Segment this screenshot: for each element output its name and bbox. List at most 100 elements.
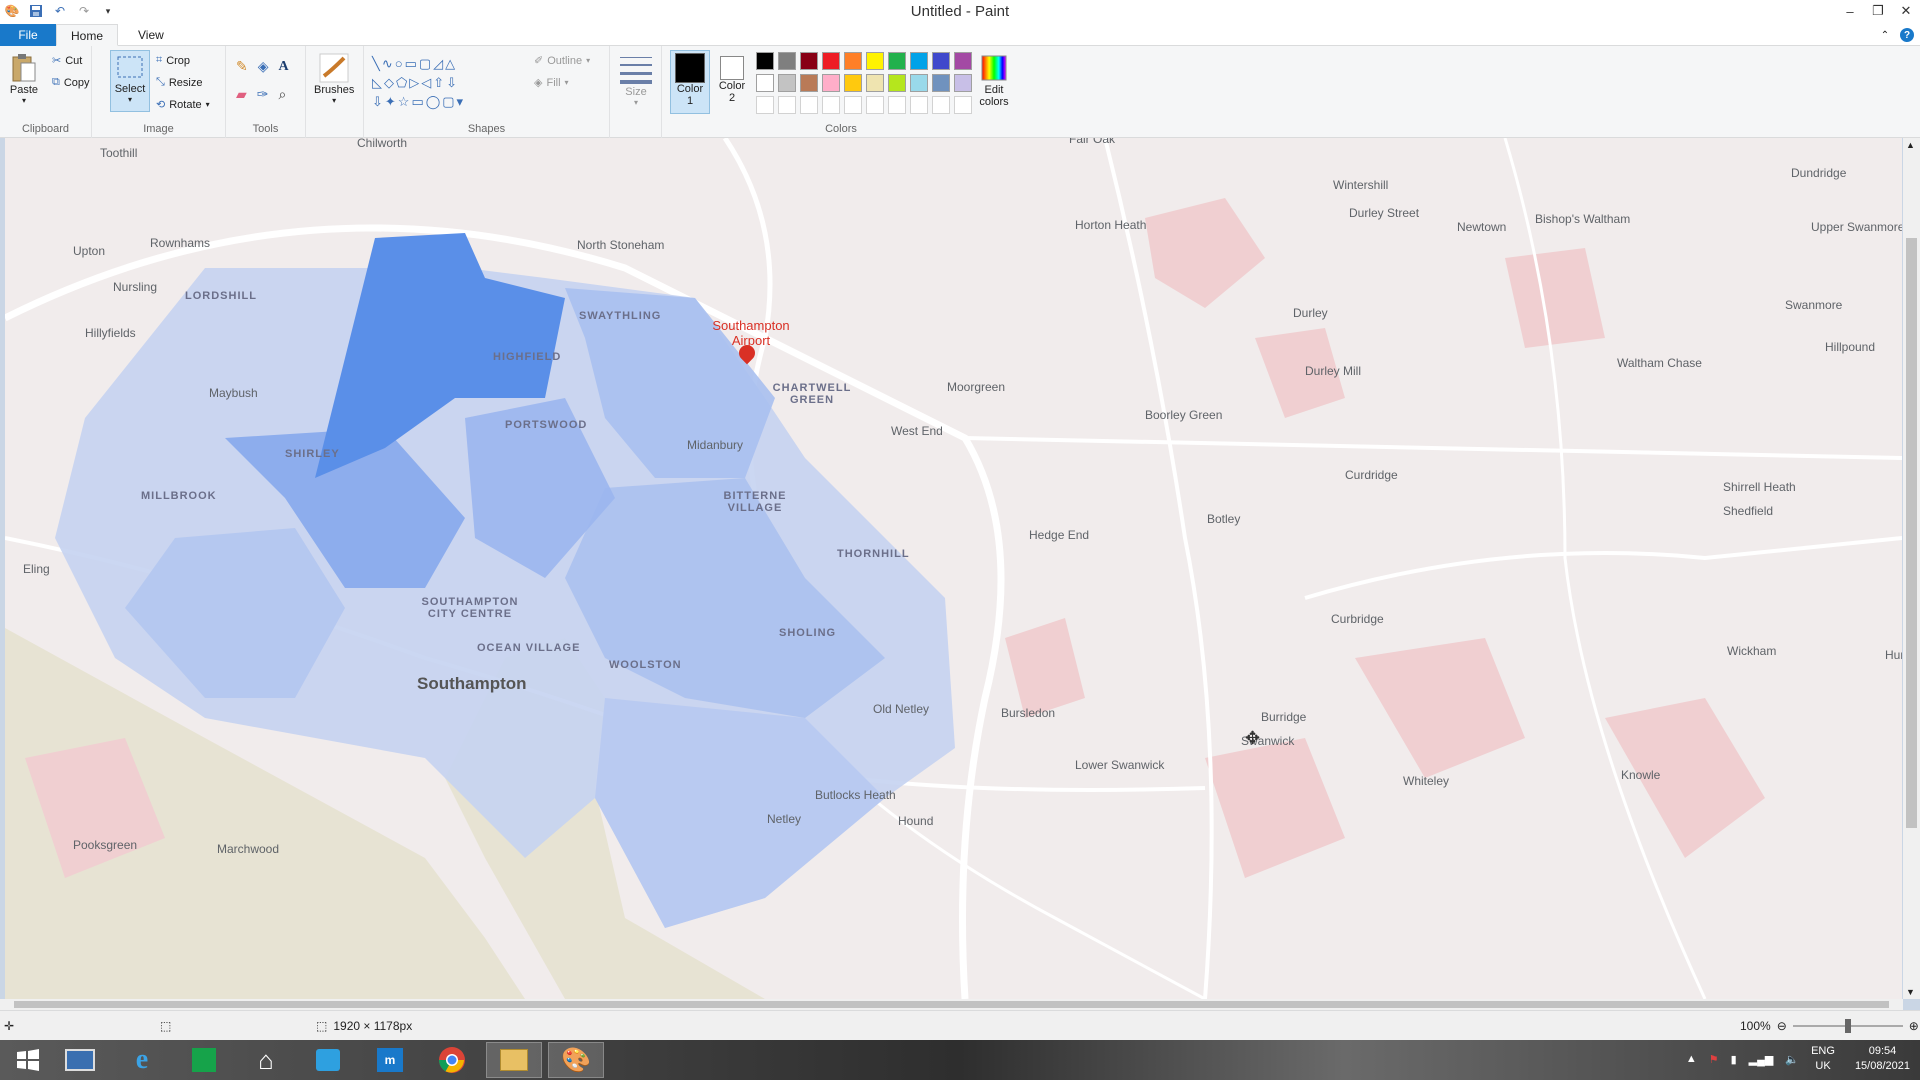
window-title: Untitled - Paint [910, 3, 1010, 20]
tab-file[interactable]: File [0, 24, 56, 46]
minimize-button[interactable]: – [1836, 0, 1864, 22]
battery-icon[interactable]: ▮ [1731, 1053, 1737, 1066]
select-button[interactable]: Select ▾ [110, 50, 150, 112]
size-button[interactable]: Size ▾ [620, 54, 652, 107]
palette-swatch[interactable] [954, 74, 972, 92]
vertical-scroll-thumb[interactable] [1906, 238, 1917, 828]
map-label-place: West End [891, 424, 943, 438]
taskbar: e ⌂ m 🎨 ▲ ⚑ ▮ ▂▄▆ 🔈 ENG UK 09:54 15/08/2… [0, 1040, 1920, 1080]
map-label-place: Hillpound [1825, 340, 1876, 354]
zoom-out-icon[interactable]: ⊖ [1777, 1019, 1787, 1033]
palette-swatch[interactable] [932, 52, 950, 70]
home-icon[interactable]: ⌂ [238, 1042, 294, 1078]
language-indicator[interactable]: ENG UK [1811, 1044, 1835, 1074]
cursor-position: ✛ [4, 1019, 14, 1033]
chrome-icon[interactable] [424, 1042, 480, 1078]
tab-home[interactable]: Home [56, 24, 119, 46]
palette-swatch-empty[interactable] [888, 96, 906, 114]
title-bar: 🎨 ↶ ↷ ▾ Untitled - Paint – ❐ ✕ [0, 0, 1920, 24]
scroll-down-icon[interactable]: ▼ [1906, 987, 1915, 997]
palette-swatch[interactable] [932, 74, 950, 92]
start-button[interactable] [0, 1042, 56, 1078]
horizontal-scroll-thumb[interactable] [14, 1001, 1889, 1008]
scroll-up-icon[interactable]: ▲ [1906, 140, 1915, 150]
app-m-icon[interactable]: m [362, 1042, 418, 1078]
palette-swatch[interactable] [888, 74, 906, 92]
color2-button[interactable]: Color 2 [714, 50, 750, 114]
file-explorer-icon[interactable] [486, 1042, 542, 1078]
volume-icon[interactable]: 🔈 [1785, 1053, 1799, 1066]
map-label-place: Shedfield [1723, 504, 1774, 518]
palette-swatch-empty[interactable] [932, 96, 950, 114]
rotate-button[interactable]: ⟲ Rotate ▾ [156, 98, 210, 112]
eraser-icon[interactable]: ▰ [236, 86, 247, 103]
color-picker-icon[interactable]: ✑ [257, 86, 269, 103]
outline-dropdown[interactable]: ✐ Outline ▾ [534, 54, 590, 68]
cut-button[interactable]: ✂ Cut [52, 54, 82, 68]
palette-swatch[interactable] [756, 52, 774, 70]
zoom-slider-thumb[interactable] [1844, 1019, 1851, 1033]
palette-swatch-empty[interactable] [756, 96, 774, 114]
store-icon[interactable] [176, 1042, 232, 1078]
brushes-group: Brushes ▾ [306, 46, 364, 138]
palette-swatch-empty[interactable] [866, 96, 884, 114]
palette-swatch[interactable] [822, 74, 840, 92]
resize-button[interactable]: ⤡ Resize [156, 76, 202, 89]
horizontal-scrollbar[interactable] [0, 999, 1903, 1010]
palette-swatch[interactable] [910, 52, 928, 70]
palette-swatch[interactable] [800, 74, 818, 92]
tab-view[interactable]: View [124, 24, 178, 46]
computer-taskbar-icon[interactable] [52, 1042, 108, 1078]
fill-bucket-icon[interactable]: ◈ [258, 58, 269, 75]
collapse-ribbon-icon[interactable]: ⌃ [1878, 28, 1892, 42]
copy-button[interactable]: ⧉ Copy [52, 76, 90, 89]
edit-colors-button[interactable]: Edit colors [974, 52, 1014, 108]
tray-overflow-icon[interactable]: ▲ [1686, 1053, 1697, 1065]
map-label-place: Nursling [113, 280, 158, 294]
palette-swatch[interactable] [910, 74, 928, 92]
palette-swatch[interactable] [778, 52, 796, 70]
palette-swatch[interactable] [888, 52, 906, 70]
magnifier-icon[interactable]: ⌕ [279, 86, 287, 103]
palette-swatch[interactable] [800, 52, 818, 70]
clock[interactable]: 09:54 15/08/2021 [1855, 1044, 1910, 1074]
palette-swatch[interactable] [866, 52, 884, 70]
zoom-slider[interactable] [1792, 1019, 1903, 1033]
restore-button[interactable]: ❐ [1864, 0, 1892, 22]
palette-swatch-empty[interactable] [844, 96, 862, 114]
palette-swatch-empty[interactable] [954, 96, 972, 114]
network-icon[interactable]: ▂▄▆ [1749, 1053, 1774, 1066]
palette-swatch[interactable] [756, 74, 774, 92]
pencil-icon[interactable]: ✎ [236, 58, 248, 75]
palette-swatch[interactable] [822, 52, 840, 70]
brushes-button[interactable]: Brushes ▾ [314, 52, 354, 105]
map-label-place: Fair Oak [1069, 138, 1116, 146]
text-icon[interactable]: A [279, 59, 289, 75]
group-label: Image [143, 123, 174, 135]
map-label-place: Dundridge [1791, 166, 1847, 180]
palette-swatch-empty[interactable] [778, 96, 796, 114]
palette-swatch-empty[interactable] [822, 96, 840, 114]
palette-swatch-empty[interactable] [800, 96, 818, 114]
paint-canvas[interactable]: Southampton Southampton Airport LORDSHIL… [5, 138, 1902, 999]
palette-swatch[interactable] [866, 74, 884, 92]
palette-swatch[interactable] [954, 52, 972, 70]
color1-button[interactable]: Color 1 [670, 50, 710, 114]
paint-taskbar-icon[interactable]: 🎨 [548, 1042, 604, 1078]
mail-icon[interactable] [300, 1042, 356, 1078]
zoom-in-icon[interactable]: ⊕ [1909, 1019, 1919, 1033]
outline-icon: ✐ [534, 55, 544, 67]
palette-swatch[interactable] [778, 74, 796, 92]
action-center-icon[interactable]: ⚑ [1709, 1053, 1719, 1066]
palette-swatch[interactable] [844, 52, 862, 70]
palette-swatch[interactable] [844, 74, 862, 92]
palette-swatch-empty[interactable] [910, 96, 928, 114]
crop-button[interactable]: ⌗ Crop [156, 54, 190, 67]
shapes-gallery[interactable]: ╲∿○▭▢◿△ ◺◇⬠▷◁⇧⇩ ⇩✦☆▭◯▢▾ [372, 54, 522, 112]
paste-button[interactable]: Paste ▾ [8, 52, 40, 105]
vertical-scrollbar[interactable]: ▲ ▼ [1903, 138, 1920, 999]
help-icon[interactable]: ? [1900, 28, 1914, 42]
fill-dropdown[interactable]: ◈ Fill ▾ [534, 76, 569, 90]
internet-explorer-icon[interactable]: e [114, 1042, 170, 1078]
close-button[interactable]: ✕ [1892, 0, 1920, 22]
